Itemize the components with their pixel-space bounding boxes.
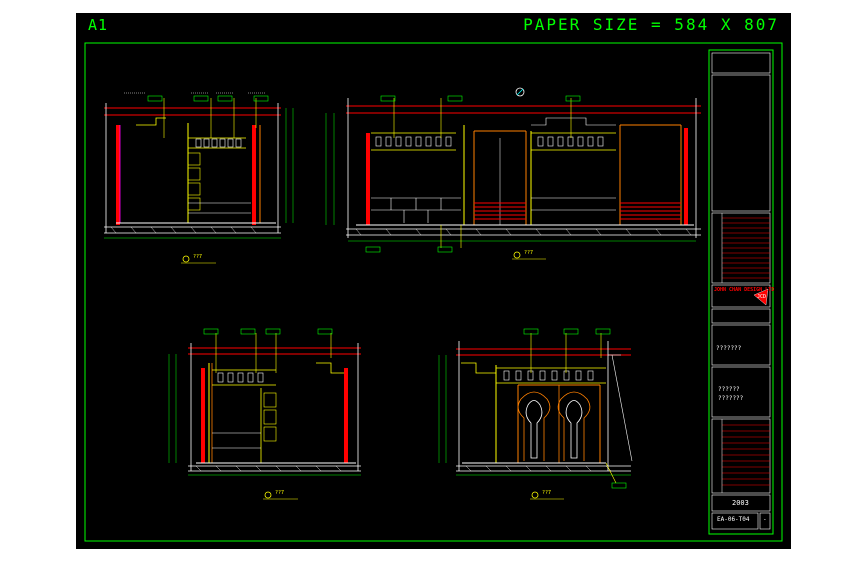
view-tag-top-right: ??7	[524, 250, 534, 256]
drawing-canvas	[84, 42, 783, 542]
elevation-bottom-left	[168, 328, 361, 500]
title-placeholder-1: ???????	[716, 345, 742, 352]
company-stamp: JCD	[757, 294, 767, 300]
drawing-number: EA-06-T04	[717, 516, 750, 523]
view-tag-bottom-left: ??7	[275, 490, 285, 496]
elevation-bottom-right	[438, 328, 633, 500]
title-placeholder-2: ??????	[718, 386, 740, 393]
elevation-top-left	[104, 92, 294, 264]
drawing-sheet: A1 PAPER SIZE = 584 X 807 JOHN CHAN DESI…	[76, 13, 791, 549]
sheet-number: 2003	[732, 499, 749, 507]
view-tag-top-left: ??7	[193, 254, 203, 260]
elevation-top-right	[325, 87, 701, 260]
title-placeholder-3: ???????	[718, 395, 744, 402]
company-name: JOHN CHAN DESIGN LTD	[714, 287, 775, 293]
revision: -	[763, 516, 767, 523]
cad-viewer-canvas[interactable]: A1 PAPER SIZE = 584 X 807 JOHN CHAN DESI…	[0, 0, 867, 562]
view-tag-bottom-right: ??7	[542, 490, 552, 496]
